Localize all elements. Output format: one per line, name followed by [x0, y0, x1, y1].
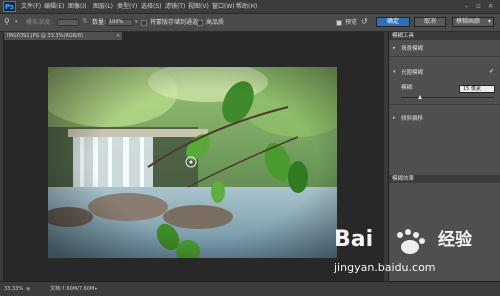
blur-gallery-label: 模糊画廊 — [456, 18, 481, 25]
minimize-icon[interactable]: – — [462, 2, 471, 10]
document-title: IMG0392.JPG @ 33.3%(RGB/8) — [7, 33, 83, 39]
expand-arrow-icon[interactable]: ▸ — [393, 45, 396, 51]
menu-file[interactable]: 文件(F) — [21, 2, 41, 11]
options-bar: ⚲ ▾ 模拟深度: ⇅ 数量: 100% ▾ 将蒙版存储到通道 高品质 预览 ↺… — [0, 14, 500, 32]
save-mask-checkbox[interactable] — [141, 20, 147, 26]
divider — [389, 56, 500, 57]
menu-type[interactable]: 类型(Y) — [117, 2, 137, 11]
close-icon[interactable]: × — [486, 2, 495, 10]
divider — [389, 104, 500, 105]
blur-amount-field[interactable]: 15 像素 — [459, 85, 495, 93]
menu-layer[interactable]: 图层(L) — [93, 2, 113, 11]
blur-gallery-select[interactable]: 模糊画廊 ▾ — [452, 17, 494, 27]
watermark-brand: Bai — [334, 227, 374, 252]
blur-slider-track[interactable] — [401, 97, 494, 98]
amount-field[interactable]: 100% — [107, 19, 133, 26]
iris-blur-row[interactable]: ▾ 光圈模糊 ✔ — [389, 68, 500, 78]
expand-arrow-icon[interactable]: ▸ — [393, 115, 396, 121]
depth-select[interactable] — [57, 19, 79, 26]
preview-label: 预览 — [345, 19, 358, 26]
watermark-url: jingyan.baidu.com — [334, 261, 436, 274]
menu-edit[interactable]: 编辑(E) — [44, 2, 64, 11]
save-mask-label: 将蒙版存储到通道 — [150, 19, 199, 26]
preview-checkbox[interactable] — [336, 20, 342, 26]
ok-button[interactable]: 确定 — [376, 17, 410, 27]
watermark-cn: 经验 — [438, 230, 472, 250]
blur-slider-thumb[interactable] — [417, 95, 422, 99]
photoshop-logo: Ps — [3, 1, 16, 12]
gallery-dropdown-icon: ▾ — [487, 18, 491, 25]
zoom-level[interactable]: 33.33% — [4, 285, 23, 293]
cancel-button[interactable]: 取消 — [414, 17, 446, 27]
menu-window[interactable]: 窗口(W) — [212, 2, 235, 11]
blur-effects-title: 模糊效果 — [392, 176, 415, 182]
tilt-shift-label: 倾斜偏移 — [401, 116, 424, 122]
maximize-icon[interactable]: ▫ — [474, 2, 483, 10]
status-info-icon[interactable]: ◉ — [26, 285, 30, 293]
blur-tools-title: 模糊工具 — [392, 33, 415, 39]
field-blur-row[interactable]: ▸ 场景模糊 — [389, 44, 500, 54]
amount-label: 数量: — [92, 19, 107, 26]
menu-help[interactable]: 帮助(H) — [236, 2, 257, 11]
menu-select[interactable]: 选择(S) — [141, 2, 162, 11]
document-tab[interactable]: IMG0392.JPG @ 33.3%(RGB/8) × — [4, 32, 122, 40]
status-arrow-icon[interactable]: ▸ — [95, 285, 98, 293]
iris-blur-label: 光圈模糊 — [401, 70, 424, 76]
collapse-arrow-icon[interactable]: ▾ — [393, 69, 396, 75]
menu-view[interactable]: 视图(V) — [188, 2, 209, 11]
reset-icon[interactable]: ↺ — [361, 17, 368, 27]
depth-label: 模拟深度: — [26, 19, 53, 26]
tab-close-icon[interactable]: × — [116, 32, 120, 40]
image-canvas[interactable] — [48, 67, 337, 258]
baidu-watermark: Bai du 经验 jingyan.baidu.com — [330, 223, 500, 281]
blur-amount-label: 模糊: — [401, 85, 414, 91]
blur-tool-icon[interactable]: ⚲ — [4, 17, 10, 27]
enabled-check-icon[interactable]: ✔ — [489, 68, 494, 75]
status-bar: 33.33% ◉ 文档:7.60M/7.60M ▸ — [0, 281, 500, 296]
invert-icon[interactable]: ⇅ — [82, 17, 88, 25]
menu-image[interactable]: 图像(I) — [68, 2, 86, 11]
tool-dropdown-icon[interactable]: ▾ — [15, 19, 18, 25]
high-quality-checkbox[interactable] — [197, 20, 203, 26]
amount-dropdown-icon[interactable]: ▾ — [135, 19, 138, 25]
waterfall-photo — [48, 67, 337, 258]
blur-effects-header[interactable]: 模糊效果 — [389, 175, 500, 183]
menu-filter[interactable]: 滤镜(T) — [165, 2, 185, 11]
high-quality-label: 高品质 — [206, 19, 225, 26]
field-blur-label: 场景模糊 — [401, 46, 424, 52]
document-size: 文档:7.60M/7.60M — [50, 286, 95, 292]
blur-tools-header[interactable]: 模糊工具 — [389, 32, 500, 40]
tilt-shift-row[interactable]: ▸ 倾斜偏移 — [389, 114, 500, 124]
menu-bar: Ps 文件(F) 编辑(E) 图像(I) 图层(L) 类型(Y) 选择(S) 滤… — [0, 0, 500, 14]
